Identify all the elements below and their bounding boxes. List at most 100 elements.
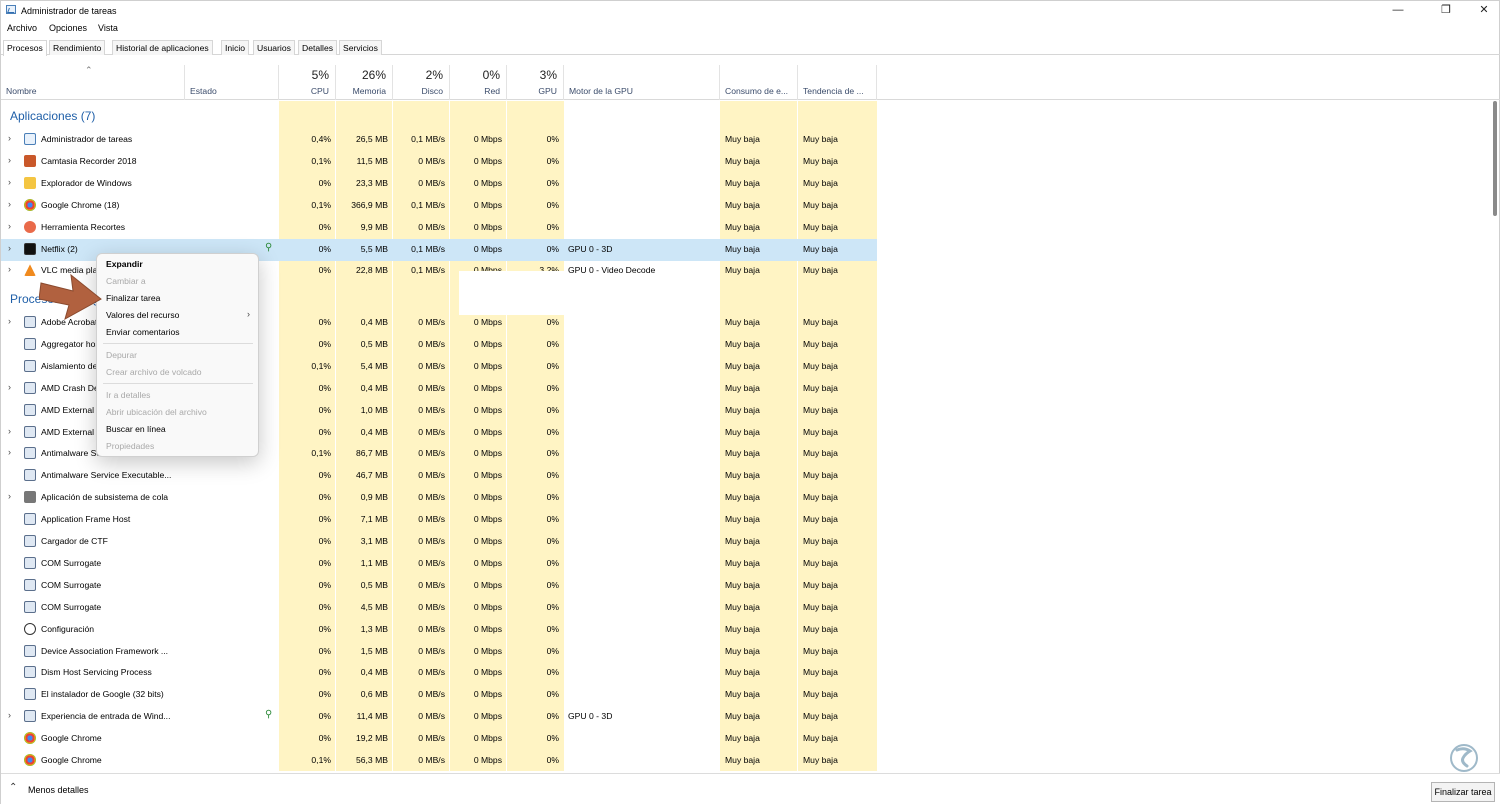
process-row[interactable]: › Aplicación de subsistema de cola 0% 0,9 M… bbox=[1, 487, 877, 509]
chevron-right-icon[interactable]: › bbox=[8, 710, 11, 720]
gpu-value: 0% bbox=[546, 243, 559, 254]
col-power[interactable]: Consumo de e... bbox=[720, 65, 798, 100]
tab-servicios[interactable]: Servicios bbox=[339, 40, 382, 55]
memory-value: 86,7 MB bbox=[355, 448, 388, 459]
col-gpu-engine[interactable]: Motor de la GPU bbox=[564, 65, 720, 100]
process-icon bbox=[24, 666, 36, 679]
process-row[interactable]: Configuración 0% 1,3 MB 0 MB/s 0 Mbps 0% Muy b… bbox=[1, 619, 877, 641]
process-row[interactable]: El instalador de Google (32 bits) 0% 0,6 M… bbox=[1, 684, 877, 706]
power-value: Muy baja bbox=[725, 338, 760, 349]
disk-value: 0 MB/s bbox=[418, 579, 445, 590]
network-value: 0 Mbps bbox=[473, 711, 502, 722]
tab-inicio[interactable]: Inicio bbox=[221, 40, 250, 55]
power-trend-value: Muy baja bbox=[803, 426, 838, 437]
col-status[interactable]: Estado bbox=[185, 65, 279, 100]
process-row[interactable]: Application Frame Host 0% 7,1 MB 0 MB/s 0 Mb… bbox=[1, 509, 877, 531]
power-value: Muy baja bbox=[725, 199, 760, 210]
col-gpu[interactable]: 3% GPU bbox=[507, 65, 564, 100]
chevron-up-icon[interactable]: ⌃ bbox=[9, 782, 17, 793]
col-cpu[interactable]: 5% CPU bbox=[279, 65, 336, 100]
cpu-value: 0% bbox=[318, 492, 331, 503]
minimize-button[interactable]: — bbox=[1383, 3, 1413, 19]
power-value: Muy baja bbox=[725, 536, 760, 546]
context-menu-item: Ir a detalles bbox=[106, 390, 151, 400]
restore-button[interactable]: ❐ bbox=[1431, 3, 1461, 19]
power-trend-value: Muy baja bbox=[803, 514, 838, 525]
chevron-right-icon[interactable]: › bbox=[8, 264, 11, 274]
col-net[interactable]: 0% Red bbox=[450, 65, 507, 100]
scrollbar-thumb[interactable] bbox=[1493, 101, 1497, 216]
process-row[interactable]: COM Surrogate 0% 0,5 MB 0 MB/s 0 Mbps 0% Muy b… bbox=[1, 575, 877, 597]
chevron-right-icon[interactable]: › bbox=[8, 133, 11, 143]
gpu-value: 0% bbox=[546, 470, 559, 481]
close-button[interactable]: ✕ bbox=[1469, 3, 1499, 19]
chrome-icon bbox=[24, 198, 36, 211]
context-menu-item[interactable]: Valores del recurso bbox=[106, 310, 179, 320]
chevron-right-icon[interactable]: › bbox=[8, 177, 11, 187]
col-name[interactable]: Nombre bbox=[1, 65, 185, 100]
gpu-value: 0% bbox=[546, 134, 559, 144]
task-manager-app-icon bbox=[6, 5, 16, 14]
tab-usuarios[interactable]: Usuarios bbox=[253, 40, 295, 55]
process-icon bbox=[24, 447, 36, 460]
vertical-scrollbar[interactable] bbox=[1492, 101, 1498, 771]
chevron-right-icon[interactable]: › bbox=[8, 447, 11, 457]
context-menu-item[interactable]: Finalizar tarea bbox=[106, 293, 160, 303]
col-mem[interactable]: 26% Memoria bbox=[336, 65, 393, 100]
process-name: Google Chrome (18) bbox=[41, 199, 120, 210]
cpu-value: 0% bbox=[318, 426, 331, 437]
process-row[interactable]: Google Chrome 0% 19,2 MB 0 MB/s 0 Mbps 0% Muy … bbox=[1, 728, 877, 750]
network-value: 0 Mbps bbox=[473, 733, 502, 744]
gpu-value: 0% bbox=[546, 755, 559, 765]
context-menu-item[interactable]: Buscar en línea bbox=[106, 424, 166, 434]
disk-value: 0 MB/s bbox=[418, 426, 445, 437]
chevron-right-icon[interactable]: › bbox=[8, 199, 11, 209]
chevron-right-icon[interactable]: › bbox=[8, 155, 11, 165]
power-trend-value: Muy baja bbox=[803, 155, 838, 166]
tab-procesos[interactable]: Procesos bbox=[3, 40, 47, 56]
process-row[interactable]: Device Association Framework ... 0% 1,5 MB… bbox=[1, 641, 877, 663]
context-menu-item[interactable]: Expandir bbox=[106, 259, 143, 269]
power-value: Muy baja bbox=[725, 601, 760, 612]
tab-historial[interactable]: Historial de aplicaciones bbox=[112, 40, 213, 55]
process-row[interactable]: Dism Host Servicing Process 0% 0,4 MB 0 MB/… bbox=[1, 662, 877, 684]
app-row[interactable]: › Administrador de tareas 0,4% 26,5 MB 0,1 M… bbox=[1, 129, 877, 151]
less-details-link[interactable]: Menos detalles bbox=[28, 785, 89, 795]
chevron-right-icon[interactable]: › bbox=[8, 382, 11, 392]
app-row[interactable]: › Herramienta Recortes 0% 9,9 MB 0 MB/s 0 Mbp… bbox=[1, 217, 877, 239]
power-value: Muy baja bbox=[725, 623, 760, 634]
disk-value: 0 MB/s bbox=[418, 221, 445, 232]
app-row[interactable]: › Camtasia Recorder 2018 0,1% 11,5 MB 0 MB/s… bbox=[1, 151, 877, 173]
process-icon bbox=[24, 644, 36, 657]
disk-value: 0 MB/s bbox=[418, 514, 445, 525]
process-row[interactable]: Cargador de CTF 0% 3,1 MB 0 MB/s 0 Mbps 0% Muy… bbox=[1, 531, 877, 553]
process-row[interactable]: Antimalware Service Executable... 0% 46,7 … bbox=[1, 465, 877, 487]
power-value: Muy baja bbox=[725, 177, 760, 188]
tab-detalles[interactable]: Detalles bbox=[298, 40, 338, 55]
chevron-right-icon[interactable]: › bbox=[8, 491, 11, 501]
process-row[interactable]: › Experiencia de entrada de Wind... 0% 11,4… bbox=[1, 706, 877, 728]
menu-vista[interactable]: Vista bbox=[98, 23, 118, 33]
context-menu-item[interactable]: Enviar comentarios bbox=[106, 327, 180, 337]
app-row[interactable]: › Google Chrome (18) 0,1% 366,9 MB 0,1 MB/s 0… bbox=[1, 195, 877, 217]
process-row[interactable]: COM Surrogate 0% 1,1 MB 0 MB/s 0 Mbps 0% Muy b… bbox=[1, 553, 877, 575]
process-row[interactable]: Google Chrome 0,1% 56,3 MB 0 MB/s 0 Mbps 0% Mu… bbox=[1, 750, 877, 771]
chevron-right-icon[interactable]: › bbox=[8, 316, 11, 326]
power-trend-value: Muy baja bbox=[803, 338, 838, 349]
power-value: Muy baja bbox=[725, 645, 760, 656]
menu-archivo[interactable]: Archivo bbox=[7, 23, 37, 33]
disk-value: 0 MB/s bbox=[418, 470, 445, 481]
chevron-right-icon[interactable]: › bbox=[8, 243, 11, 253]
app-row[interactable]: › Explorador de Windows 0% 23,3 MB 0 MB/s 0 M… bbox=[1, 173, 877, 195]
disk-value: 0 MB/s bbox=[418, 317, 445, 327]
menu-opciones[interactable]: Opciones bbox=[49, 23, 87, 33]
process-icon bbox=[24, 556, 36, 569]
process-name: Netflix (2) bbox=[41, 243, 78, 254]
chevron-right-icon[interactable]: › bbox=[8, 426, 11, 436]
process-row[interactable]: COM Surrogate 0% 4,5 MB 0 MB/s 0 Mbps 0% Muy b… bbox=[1, 597, 877, 619]
col-gpu-pct: 3% bbox=[539, 68, 557, 82]
col-disk[interactable]: 2% Disco bbox=[393, 65, 450, 100]
tab-rendimiento[interactable]: Rendimiento bbox=[49, 40, 106, 55]
chevron-right-icon[interactable]: › bbox=[8, 221, 11, 231]
col-power-trend[interactable]: Tendencia de ... bbox=[798, 65, 877, 100]
